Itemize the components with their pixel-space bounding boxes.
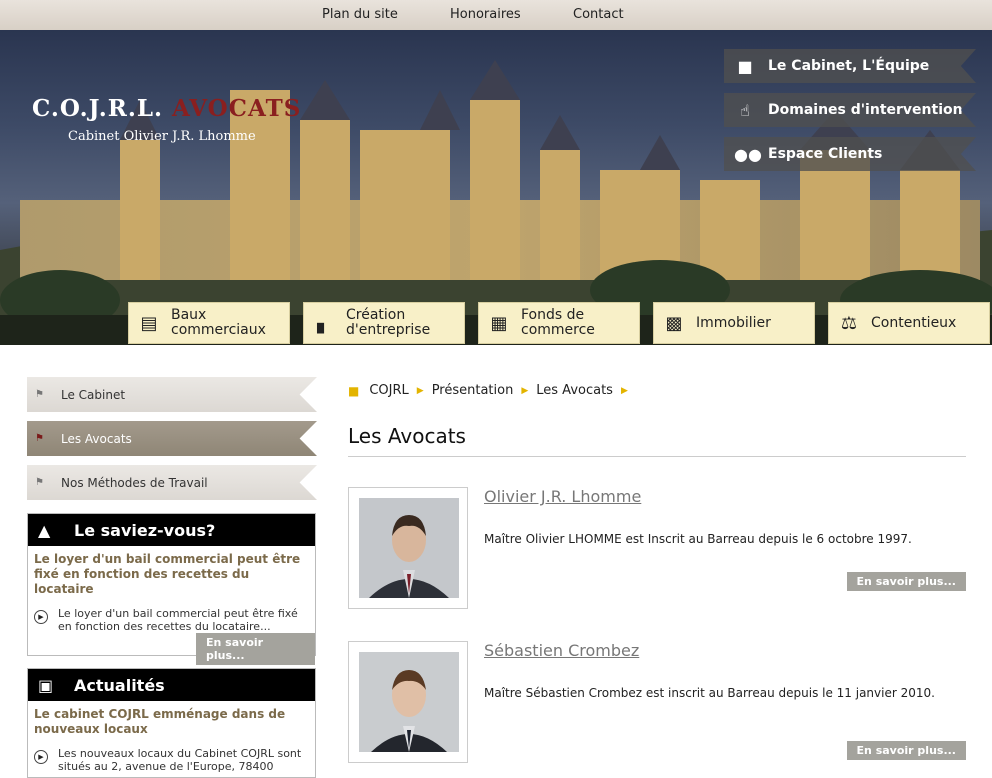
flag-icon: ⚑ [35,433,44,444]
header-banner: C.O.J.R.L. AVOCATS Cabinet Olivier J.R. … [0,30,992,345]
banner-menu-label: Le Cabinet, L'Équipe [768,58,930,74]
breadcrumb-item[interactable]: Présentation [432,383,514,398]
megaphone-icon: ▲ [38,520,51,540]
lawyer-photo[interactable] [348,641,468,763]
list-item-text: Le loyer d'un bail commercial peut être … [58,607,298,633]
sidebar-item-label: Le Cabinet [61,387,126,402]
box-header: ▲ Le saviez-vous? [28,514,315,546]
justice-scales-icon: ⚖ [840,312,858,334]
list-item[interactable]: ▶ Le loyer d'un bail commercial peut êtr… [28,597,315,633]
logo-title: C.O.J.R.L. [32,95,164,122]
top-navigation: Plan du site Honoraires Contact [0,0,992,30]
sidebar-item-les-avocats[interactable]: ⚑ Les Avocats [27,421,317,456]
receptionist-icon: ■ [737,56,753,76]
list-item-text: Les nouveaux locaux du Cabinet COJRL son… [58,747,302,773]
laptop-icon: ▣ [38,675,54,695]
read-more-button[interactable]: En savoir plus... [846,572,966,591]
lawyer-description: Maître Sébastien Crombez est inscrit au … [484,686,935,700]
tab-label-line2: d'entreprise [346,322,431,338]
category-tab-creation[interactable]: ▖ Création d'entreprise [303,302,465,344]
sidebar-item-le-cabinet[interactable]: ⚑ Le Cabinet [27,377,317,412]
did-you-know-box: ▲ Le saviez-vous? Le loyer d'un bail com… [27,513,316,665]
box-title: Le saviez-vous? [74,520,216,540]
nav-link-plan-du-site[interactable]: Plan du site [322,7,398,22]
sidebar-item-label: Les Avocats [61,431,132,446]
breadcrumb-separator-icon: ▶ [620,385,628,396]
breadcrumb-separator-icon: ▶ [521,385,529,396]
breadcrumb: ■ COJRL ▶ Présentation ▶ Les Avocats ▶ [348,383,636,398]
site-logo[interactable]: C.O.J.R.L. AVOCATS [32,95,301,122]
tab-label-line1: Baux [171,307,207,323]
flag-icon: ⚑ [35,477,44,488]
banner-menu-cabinet[interactable]: ■ Le Cabinet, L'Équipe [724,49,976,83]
lawyer-card: Sébastien Crombez Maître Sébastien Cromb… [348,641,966,766]
logo-accent: AVOCATS [172,95,302,122]
factory-icon: ▖ [317,312,331,334]
read-more-button[interactable]: En savoir plus... [846,741,966,760]
lawyer-name-link[interactable]: Olivier J.R. Lhomme [484,487,641,506]
nav-link-contact[interactable]: Contact [573,7,624,22]
lawyer-photo[interactable] [348,487,468,609]
people-icon: ●● [734,144,762,164]
box-title: Actualités [74,675,165,695]
logo-subtitle: Cabinet Olivier J.R. Lhomme [68,129,256,144]
page-title: Les Avocats [348,424,466,448]
banner-menu-label: Domaines d'intervention [768,102,963,118]
list-item[interactable]: ▶ Les nouveaux locaux du Cabinet COJRL s… [28,737,315,773]
tab-label-line1: Immobilier [696,314,771,331]
hand-pointer-icon: ☝ [740,100,750,120]
category-tab-contentieux[interactable]: ⚖ Contentieux [828,302,990,344]
portrait-icon [359,498,459,598]
breadcrumb-item[interactable]: Les Avocats [536,383,613,398]
box-subtitle[interactable]: Le loyer d'un bail commercial peut être … [28,546,315,597]
lawyer-name-link[interactable]: Sébastien Crombez [484,641,639,660]
banner-menu-label: Espace Clients [768,146,883,162]
flag-icon: ⚑ [35,389,44,400]
shop-building-icon: ▦ [490,312,508,334]
sidebar-item-nos-methodes[interactable]: ⚑ Nos Méthodes de Travail [27,465,317,500]
portrait-icon [359,652,459,752]
breadcrumb-separator-icon: ▶ [416,385,424,396]
tab-label-line1: Contentieux [871,314,957,331]
banner-menu-domaines[interactable]: ☝ Domaines d'intervention [724,93,976,127]
nav-link-honoraires[interactable]: Honoraires [450,7,521,22]
category-tab-baux[interactable]: ▤ Baux commerciaux [128,302,290,344]
lease-document-icon: ▤ [140,312,158,334]
breadcrumb-item[interactable]: COJRL [369,383,408,398]
box-subtitle[interactable]: Le cabinet COJRL emménage dans de nouvea… [28,701,315,737]
city-buildings-icon: ▩ [665,312,683,334]
banner-menu-espace-clients[interactable]: ●● Espace Clients [724,137,976,171]
sidebar-item-label: Nos Méthodes de Travail [61,475,208,490]
category-tab-immobilier[interactable]: ▩ Immobilier [653,302,815,344]
read-more-button[interactable]: En savoir plus... [196,633,315,665]
tab-label-line1: Création [346,307,406,323]
news-box: ▣ Actualités Le cabinet COJRL emménage d… [27,668,316,778]
tab-label-line1: Fonds de [521,307,585,323]
category-tab-fonds[interactable]: ▦ Fonds de commerce [478,302,640,344]
lawyer-description: Maître Olivier LHOMME est Inscrit au Bar… [484,532,912,546]
box-header: ▣ Actualités [28,669,315,701]
home-icon[interactable]: ■ [348,384,359,398]
title-divider [348,456,966,457]
lawyer-card: Olivier J.R. Lhomme Maître Olivier LHOMM… [348,487,966,612]
tab-label-line2: commerciaux [171,322,266,338]
play-icon: ▶ [34,750,48,764]
tab-label-line2: commerce [521,322,595,338]
play-icon: ▶ [34,610,48,624]
